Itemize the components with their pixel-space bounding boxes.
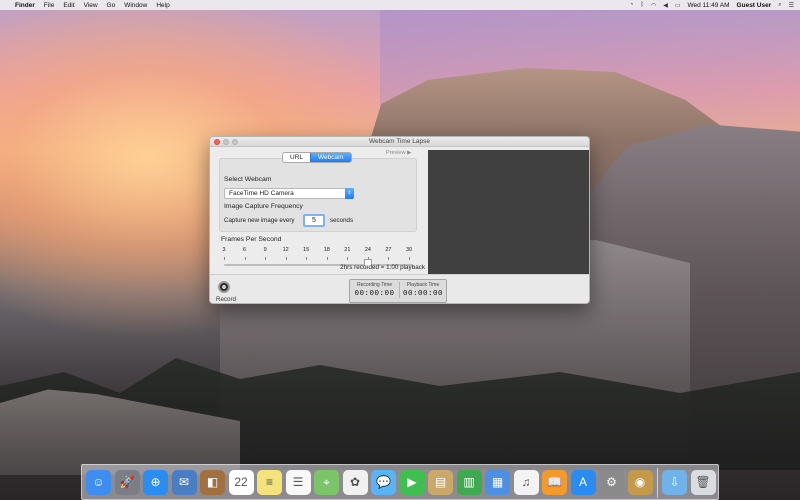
select-webcam-label: Select Webcam: [224, 176, 272, 183]
capture-suffix-label: seconds: [330, 217, 354, 224]
notification-center-icon[interactable]: ☰: [789, 2, 794, 9]
playback-time-label: Playback Time: [406, 282, 440, 288]
fps-tick-label: 12: [282, 247, 289, 253]
webcam-select-value: FaceTime HD Camera: [229, 190, 294, 197]
capture-interval-field[interactable]: 5: [303, 214, 325, 227]
preview-toggle[interactable]: Preview ▶: [386, 150, 411, 156]
fps-tick-mark: [224, 257, 225, 260]
fps-tick-label: 18: [323, 247, 330, 253]
fps-tick-mark: [409, 257, 410, 260]
fps-tick-label: 6: [243, 247, 247, 253]
fps-tick-labels: 3 6 9 12 15 18 21 24 27 30: [222, 247, 419, 254]
close-window-button[interactable]: [214, 139, 220, 145]
maps-icon[interactable]: ⌖: [314, 470, 339, 495]
spotlight-icon[interactable]: ⌕: [778, 2, 781, 9]
webcam-select[interactable]: FaceTime HD Camera ⇕: [224, 188, 354, 199]
bluetooth-icon[interactable]: ᛒ: [640, 2, 644, 8]
fps-tick-label: 21: [344, 247, 351, 253]
record-button[interactable]: [218, 281, 230, 293]
tab-webcam[interactable]: Webcam: [310, 153, 351, 162]
finder-icon[interactable]: ☺: [86, 470, 111, 495]
volume-icon[interactable]: ◀: [663, 2, 668, 9]
menu-edit[interactable]: Edit: [63, 2, 74, 9]
keynote-icon[interactable]: ▦: [485, 470, 510, 495]
recording-time-label: Recording Time: [356, 282, 392, 288]
dock-separator: [657, 468, 658, 498]
zoom-window-button[interactable]: [232, 139, 238, 145]
webcam-time-lapse-icon[interactable]: ◉: [627, 470, 653, 495]
messages-icon[interactable]: 💬: [371, 470, 396, 495]
mail-icon[interactable]: ✉: [171, 470, 197, 495]
numbers-icon[interactable]: ▥: [456, 470, 482, 495]
fps-tick-marks: [224, 257, 412, 261]
fps-tick-mark: [347, 257, 349, 260]
fps-tick-mark: [326, 257, 328, 260]
webcam-time-lapse-window: Webcam Time Lapse URL Webcam Select Webc…: [209, 136, 590, 304]
webcam-preview: [428, 150, 589, 274]
downloads-folder-icon[interactable]: ⇩: [662, 470, 687, 495]
launchpad-icon[interactable]: 🚀: [114, 470, 140, 495]
fps-tick-mark: [388, 257, 390, 260]
menu-help[interactable]: Help: [156, 2, 169, 9]
fps-tick-mark: [285, 257, 287, 260]
bottom-bar: Record Recording Time 00:00:00 Playback …: [210, 274, 589, 303]
window-titlebar[interactable]: Webcam Time Lapse: [210, 137, 589, 147]
contacts-icon[interactable]: ◧: [200, 470, 225, 495]
settings-pane: URL Webcam Select Webcam FaceTime HD Cam…: [210, 147, 428, 274]
fps-label: Frames Per Second: [221, 236, 282, 243]
notes-icon[interactable]: ≡: [257, 470, 282, 495]
ibooks-icon[interactable]: 📖: [542, 470, 567, 495]
fps-tick-label: 24: [364, 247, 371, 253]
time-machine-icon[interactable]: ◔: [630, 2, 634, 8]
playback-timer: Playback Time 00:00:00: [399, 282, 446, 298]
trash-icon[interactable]: 🗑: [690, 470, 716, 495]
app-store-icon[interactable]: A: [570, 470, 596, 495]
record-label: Record: [216, 296, 236, 303]
timer-display: Recording Time 00:00:00 Playback Time 00…: [349, 279, 447, 303]
fps-tick-mark: [244, 257, 246, 260]
menu-view[interactable]: View: [84, 2, 98, 9]
menu-finder[interactable]: Finder: [15, 2, 35, 9]
calendar-icon[interactable]: 22: [228, 470, 254, 495]
source-segmented-control: URL Webcam: [282, 152, 352, 163]
photos-icon[interactable]: ✿: [342, 470, 368, 495]
wifi-icon[interactable]: ◠: [651, 2, 656, 9]
menu-window[interactable]: Window: [124, 2, 147, 9]
reminders-icon[interactable]: ☰: [285, 470, 311, 495]
playback-time-value: 00:00:00: [402, 290, 443, 298]
fps-tick-label: 3: [222, 247, 226, 253]
recording-time-value: 00:00:00: [354, 290, 395, 298]
facetime-icon[interactable]: ▶: [399, 470, 425, 495]
capture-prefix-label: Capture new image every: [224, 217, 295, 224]
menu-file[interactable]: File: [44, 2, 54, 9]
fps-tick-label: 9: [263, 247, 267, 253]
preview-pane: [428, 147, 589, 274]
menu-clock[interactable]: Wed 11:49 AM: [688, 2, 730, 9]
recording-timer: Recording Time 00:00:00: [351, 282, 398, 298]
tab-url[interactable]: URL: [283, 153, 310, 162]
playback-info: 2hrs recorded = 1:00 playback: [340, 264, 425, 271]
dock: ☺ 🚀 ⊕ ✉ ◧ 22 ≡ ☰ ⌖ ✿ 💬 ▶ ▤ ▥ ▦ ♫ 📖 A ⚙ ◉ ⇩ 🗑: [81, 464, 719, 500]
minimize-window-button[interactable]: [223, 139, 229, 145]
itunes-icon[interactable]: ♫: [513, 470, 539, 495]
system-preferences-icon[interactable]: ⚙: [599, 470, 624, 495]
preview-icon[interactable]: ▤: [428, 470, 453, 495]
safari-icon[interactable]: ⊕: [143, 470, 168, 495]
select-arrows-icon: ⇕: [345, 188, 354, 199]
menu-user[interactable]: Guest User: [737, 2, 772, 9]
battery-icon[interactable]: ▭: [675, 2, 681, 9]
fps-tick-mark: [265, 257, 267, 260]
fps-tick-label: 30: [405, 247, 413, 253]
window-title: Webcam Time Lapse: [369, 138, 430, 145]
fps-tick-label: 27: [385, 247, 392, 253]
menu-go[interactable]: Go: [107, 2, 116, 9]
fps-tick-mark: [306, 257, 308, 260]
capture-frequency-label: Image Capture Frequency: [224, 203, 303, 210]
fps-tick-label: 15: [303, 247, 310, 253]
menu-bar: Finder File Edit View Go Window Help ◔ ᛒ…: [0, 0, 800, 10]
